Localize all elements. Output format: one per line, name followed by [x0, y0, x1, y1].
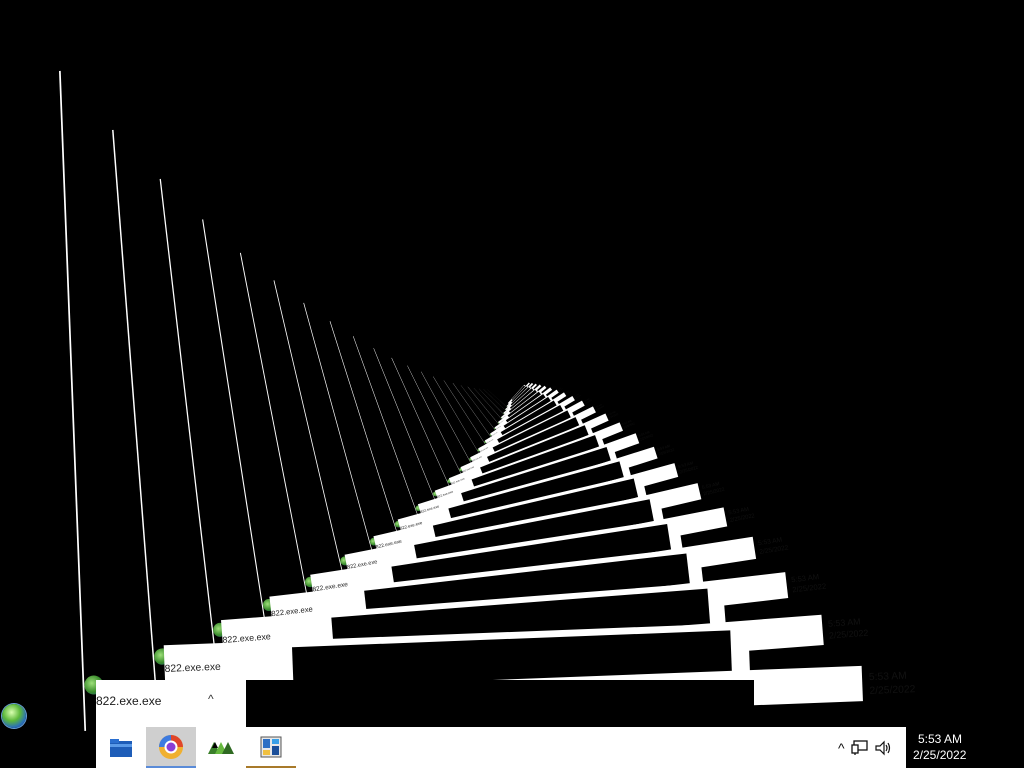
volume-icon[interactable] — [874, 740, 893, 756]
tunnel-layer: 822.exe.exe 5:53 AM2/25/2022 — [59, 37, 965, 731]
window-title: 822.exe.exe — [96, 694, 162, 708]
windows-orb-icon[interactable] — [2, 704, 26, 728]
tunnel-frame — [59, 37, 965, 731]
window-preview-popup[interactable]: 822.exe.exe ^ — [96, 680, 246, 727]
taskbar-app-tiles[interactable] — [246, 727, 296, 768]
recursive-desktop-tunnel: 822.exe.exe5:53 AM2/25/2022822.exe.exe5:… — [0, 0, 1024, 768]
taskbar-clock[interactable]: 5:53 AM 2/25/2022 — [906, 727, 1024, 768]
black-region — [246, 680, 754, 728]
tray-chevron-icon[interactable]: ^ — [838, 740, 845, 756]
tunnel-clock-echo: 5:53 AM 2/25/2022 — [868, 669, 916, 697]
triangles-icon — [208, 741, 234, 754]
tunnel-title-echo: 822.exe.exe — [164, 660, 222, 675]
taskbar-app-triangles[interactable] — [196, 727, 246, 768]
folder-icon — [110, 738, 132, 757]
chevron-up-icon[interactable]: ^ — [208, 692, 214, 706]
network-icon[interactable] — [850, 739, 869, 756]
clock-time: 5:53 AM — [918, 732, 963, 746]
browser-icon — [159, 734, 183, 759]
taskbar-file-explorer[interactable] — [96, 727, 146, 768]
clock-date: 2/25/2022 — [913, 748, 967, 762]
taskbar — [96, 727, 906, 768]
tiles-icon — [260, 736, 282, 757]
taskbar-browser[interactable] — [146, 727, 196, 768]
